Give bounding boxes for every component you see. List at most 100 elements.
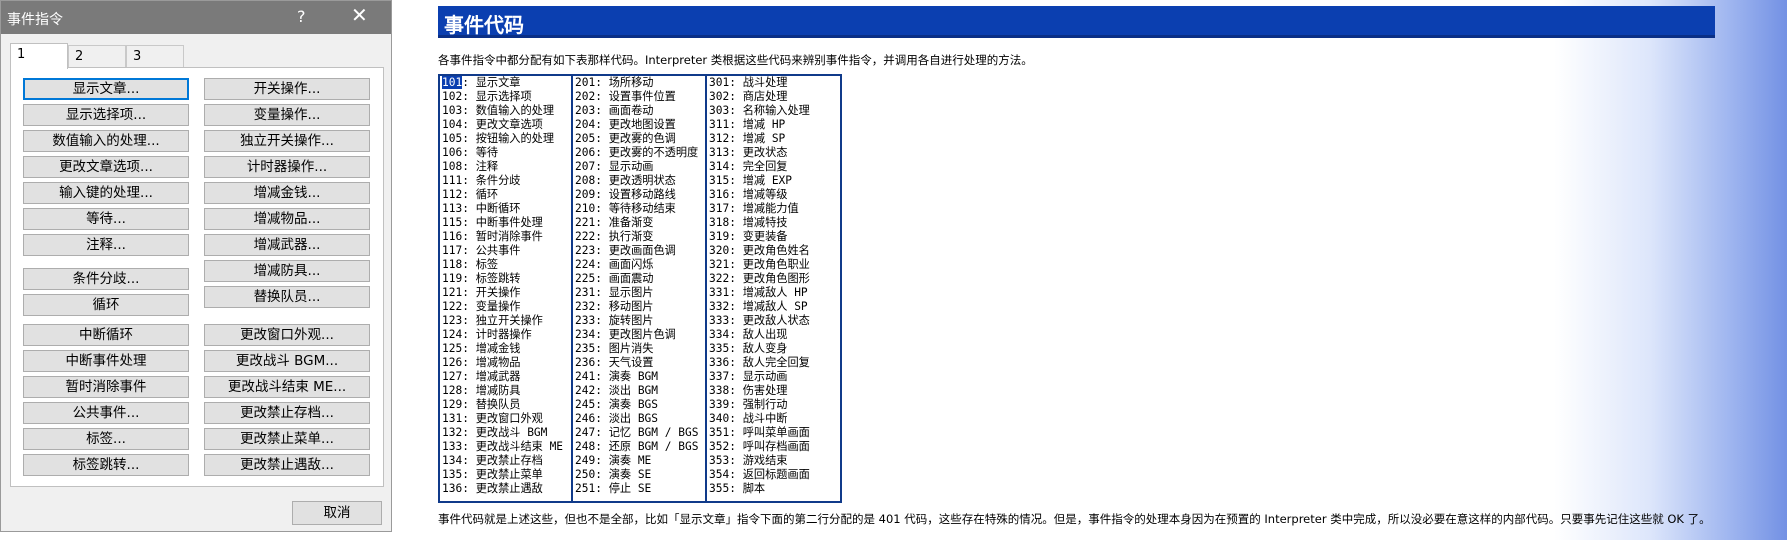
- code-row: 311: 增减 HP: [709, 118, 786, 131]
- event-code-number: 126: [442, 356, 463, 369]
- code-row: 352: 呼叫存档画面: [709, 440, 810, 453]
- event-code-name: 战斗中断: [742, 412, 788, 425]
- event-code-name: 更改窗口外观: [475, 412, 543, 425]
- event-code-name: 增减特技: [742, 216, 788, 229]
- erase-event-button[interactable]: 暂时消除事件: [23, 376, 189, 398]
- label-button[interactable]: 标签...: [23, 428, 189, 450]
- event-code-name: 敌人变身: [742, 342, 788, 355]
- code-row: 316: 增减等级: [709, 188, 788, 201]
- event-code-name: 数值输入的处理: [475, 104, 555, 117]
- event-code-name: 旋转图片: [608, 314, 654, 327]
- change-windowskin-button[interactable]: 更改窗口外观...: [204, 324, 370, 346]
- event-code-name: 显示图片: [608, 286, 654, 299]
- jump-to-label-button[interactable]: 标签跳转...: [23, 454, 189, 476]
- exit-event-processing-button[interactable]: 中断事件处理: [23, 350, 189, 372]
- event-code-name: 增减 HP: [742, 118, 786, 131]
- loop-button[interactable]: 循环: [23, 294, 189, 316]
- control-variables-button[interactable]: 变量操作...: [204, 104, 370, 126]
- event-code-name: 图片消失: [608, 342, 654, 355]
- help-icon[interactable]: ?: [297, 7, 306, 26]
- code-row: 249: 演奏 ME: [575, 454, 652, 467]
- code-row: 321: 更改角色职业: [709, 258, 810, 271]
- code-row: 205: 更改雾的色调: [575, 132, 676, 145]
- common-event-button[interactable]: 公共事件...: [23, 402, 189, 424]
- show-text-button[interactable]: 显示文章...: [23, 78, 189, 100]
- event-code-number: 231: [575, 286, 596, 299]
- code-row: 210: 等待移动结束: [575, 202, 676, 215]
- code-row: 312: 增减 SP: [709, 132, 786, 145]
- event-code-name: 增减金钱: [475, 342, 521, 355]
- cancel-button[interactable]: 取消: [292, 501, 382, 525]
- code-row: 133: 更改战斗结束 ME: [442, 440, 564, 453]
- event-code-number: 202: [575, 90, 596, 103]
- code-row: 106: 等待: [442, 146, 499, 159]
- change-items-button[interactable]: 增减物品...: [204, 208, 370, 230]
- code-row: 303: 名称输入处理: [709, 104, 810, 117]
- input-number-button[interactable]: 数值输入的处理...: [23, 130, 189, 152]
- code-row: 318: 增减特技: [709, 216, 788, 229]
- change-armor-button[interactable]: 增减防具...: [204, 260, 370, 282]
- event-code-name: 注释: [475, 160, 499, 173]
- code-row: 248: 还原 BGM / BGS: [575, 440, 699, 453]
- change-encounter-button[interactable]: 更改禁止遇敌...: [204, 454, 370, 476]
- break-loop-button[interactable]: 中断循环: [23, 324, 189, 346]
- event-code-name: 呼叫存档画面: [742, 440, 810, 453]
- event-code-name: 循环: [475, 188, 499, 201]
- code-row: 124: 计时器操作: [442, 328, 532, 341]
- code-row: 126: 增减物品: [442, 356, 521, 369]
- event-code-number: 303: [709, 104, 730, 117]
- event-code-name: 更改禁止遇敌: [475, 482, 543, 495]
- event-code-name: 移动图片: [608, 300, 654, 313]
- event-code-number: 247: [575, 426, 596, 439]
- event-code-number: 320: [709, 244, 730, 257]
- event-code-number: 225: [575, 272, 596, 285]
- event-code-number: 339: [709, 398, 730, 411]
- show-choices-button[interactable]: 显示选择项...: [23, 104, 189, 126]
- code-row: 101: 显示文章: [442, 76, 521, 89]
- close-icon[interactable]: ✕: [351, 5, 368, 25]
- code-row: 134: 更改禁止存档: [442, 454, 543, 467]
- code-row: 231: 显示图片: [575, 286, 654, 299]
- event-code-number: 336: [709, 356, 730, 369]
- change-weapons-button[interactable]: 增减武器...: [204, 234, 370, 256]
- code-row: 118: 标签: [442, 258, 499, 271]
- event-code-number: 312: [709, 132, 730, 145]
- event-code-name: 更改雾的不透明度: [608, 146, 699, 159]
- event-code-number: 333: [709, 314, 730, 327]
- code-column-3: 301: 战斗处理 302: 商店处理 303: 名称输入处理 311: 增减 HP 3…: [707, 76, 840, 501]
- control-switches-button[interactable]: 开关操作...: [204, 78, 370, 100]
- event-code-number: 233: [575, 314, 596, 327]
- comment-button[interactable]: 注释...: [23, 234, 189, 256]
- control-timer-button[interactable]: 计时器操作...: [204, 156, 370, 178]
- doc-outro: 事件代码就是上述这些，但也不是全部，比如「显示文章」指令下面的第二行分配的是 4…: [438, 512, 1711, 526]
- doc-intro: 各事件指令中都分配有如下表那样代码。Interpreter 类根据这些代码来辨别…: [438, 53, 1033, 67]
- control-self-switch-button[interactable]: 独立开关操作...: [204, 130, 370, 152]
- event-code-name: 按钮输入的处理: [475, 132, 555, 145]
- conditional-branch-button[interactable]: 条件分歧...: [23, 268, 189, 290]
- event-code-name: 开关操作: [475, 286, 521, 299]
- event-code-name: 淡出 BGM: [608, 384, 659, 397]
- change-menu-access-button[interactable]: 更改禁止菜单...: [204, 428, 370, 450]
- event-code-number: 351: [709, 426, 730, 439]
- event-code-name: 记忆 BGM / BGS: [608, 426, 699, 439]
- tab-2[interactable]: 2: [68, 45, 126, 67]
- code-row: 302: 商店处理: [709, 90, 788, 103]
- change-battle-end-me-button[interactable]: 更改战斗结束 ME...: [204, 376, 370, 398]
- change-save-access-button[interactable]: 更改禁止存档...: [204, 402, 370, 424]
- change-gold-button[interactable]: 增减金钱...: [204, 182, 370, 204]
- event-code-number: 131: [442, 412, 463, 425]
- change-battle-bgm-button[interactable]: 更改战斗 BGM...: [204, 350, 370, 372]
- tab-3[interactable]: 3: [126, 45, 184, 67]
- code-row: 232: 移动图片: [575, 300, 654, 313]
- change-party-member-button[interactable]: 替换队员...: [204, 286, 370, 308]
- event-code-number: 106: [442, 146, 463, 159]
- wait-button[interactable]: 等待...: [23, 208, 189, 230]
- event-code-number: 207: [575, 160, 596, 173]
- event-code-number: 116: [442, 230, 463, 243]
- tab-1[interactable]: 1: [10, 43, 68, 69]
- change-text-options-button[interactable]: 更改文章选项...: [23, 156, 189, 178]
- event-code-table: 101: 显示文章 102: 显示选择项 103: 数值输入的处理 104: 更改文章…: [438, 74, 842, 503]
- event-code-name: 增减武器: [475, 370, 521, 383]
- event-code-name: 增减能力值: [742, 202, 799, 215]
- button-input-processing-button[interactable]: 输入键的处理...: [23, 182, 189, 204]
